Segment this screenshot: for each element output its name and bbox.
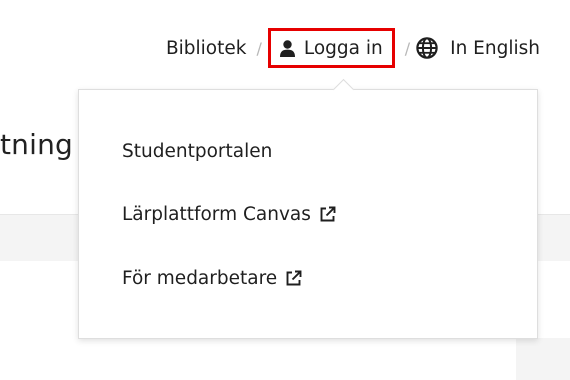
login-button[interactable]: Logga in [267,28,395,68]
menu-item-label: Lärplattform Canvas [122,204,311,225]
nav-separator: / [404,38,411,58]
top-nav: Bibliotek / Logga in / In English [166,24,540,72]
menu-item-studentportalen[interactable]: Studentportalen [122,141,272,162]
dropdown-caret [332,78,355,101]
globe-icon [416,37,438,59]
page-heading-fragment: tning [0,128,74,161]
library-link[interactable]: Bibliotek [166,38,247,59]
login-label: Logga in [303,37,383,59]
menu-item-label: Studentportalen [122,141,273,162]
menu-item-label: För medarbetare [122,268,278,289]
language-label: In English [450,37,540,59]
nav-separator: / [256,38,262,58]
language-link[interactable]: In English [416,37,540,59]
user-icon [279,39,295,57]
content-corner [516,338,570,380]
menu-item-medarbetare[interactable]: För medarbetare [122,268,302,289]
login-dropdown: Studentportalen Lärplattform Canvas För … [78,78,538,339]
menu-item-canvas[interactable]: Lärplattform Canvas [122,204,336,225]
external-link-icon [285,270,302,287]
external-link-icon [319,206,336,223]
